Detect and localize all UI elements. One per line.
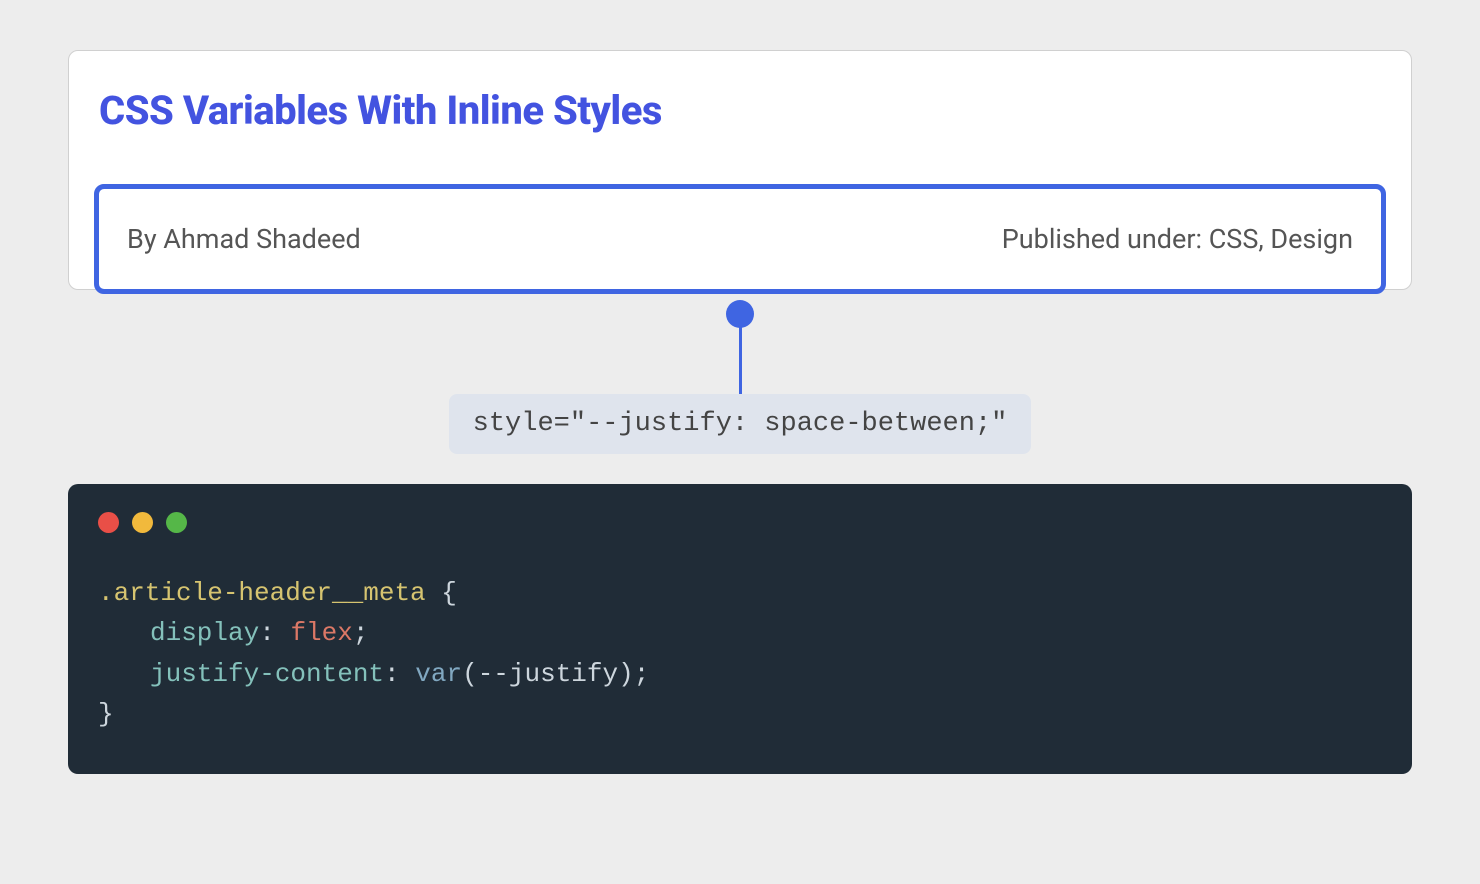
code-paren-open: (	[462, 659, 478, 689]
inline-style-label: style="--justify: space-between;"	[449, 394, 1032, 454]
code-line-3: justify-content: var(--justify);	[98, 654, 1382, 694]
code-sep: :	[259, 618, 290, 648]
article-title: CSS Variables With Inline Styles	[99, 87, 1381, 134]
code-line-2: display: flex;	[98, 613, 1382, 653]
minimize-icon	[132, 512, 153, 533]
article-card: CSS Variables With Inline Styles By Ahma…	[68, 50, 1412, 290]
code-prop-justify: justify-content	[150, 659, 384, 689]
code-selector: .article-header__meta	[98, 578, 426, 608]
close-icon	[98, 512, 119, 533]
window-controls	[98, 512, 1382, 533]
card-inner: CSS Variables With Inline Styles By Ahma…	[69, 51, 1411, 294]
code-sep: :	[384, 659, 415, 689]
maximize-icon	[166, 512, 187, 533]
code-line-4: }	[98, 694, 1382, 734]
code-semicolon: ;	[634, 659, 650, 689]
connector-dot-icon	[726, 300, 754, 328]
code-func-var: var	[415, 659, 462, 689]
code-var-name: --justify	[478, 659, 618, 689]
code-line-1: .article-header__meta {	[98, 573, 1382, 613]
code-prop-display: display	[150, 618, 259, 648]
code-brace-open: {	[426, 578, 457, 608]
code-brace-close: }	[98, 699, 114, 729]
connector-line	[739, 326, 742, 394]
code-block: .article-header__meta { display: flex; j…	[68, 484, 1412, 774]
code-semicolon: ;	[353, 618, 369, 648]
article-meta-row: By Ahmad Shadeed Published under: CSS, D…	[94, 184, 1386, 294]
code-val-flex: flex	[290, 618, 352, 648]
byline-text: By Ahmad Shadeed	[127, 223, 361, 255]
published-text: Published under: CSS, Design	[1002, 223, 1353, 255]
connector: style="--justify: space-between;"	[68, 300, 1412, 454]
code-paren-close: )	[618, 659, 634, 689]
